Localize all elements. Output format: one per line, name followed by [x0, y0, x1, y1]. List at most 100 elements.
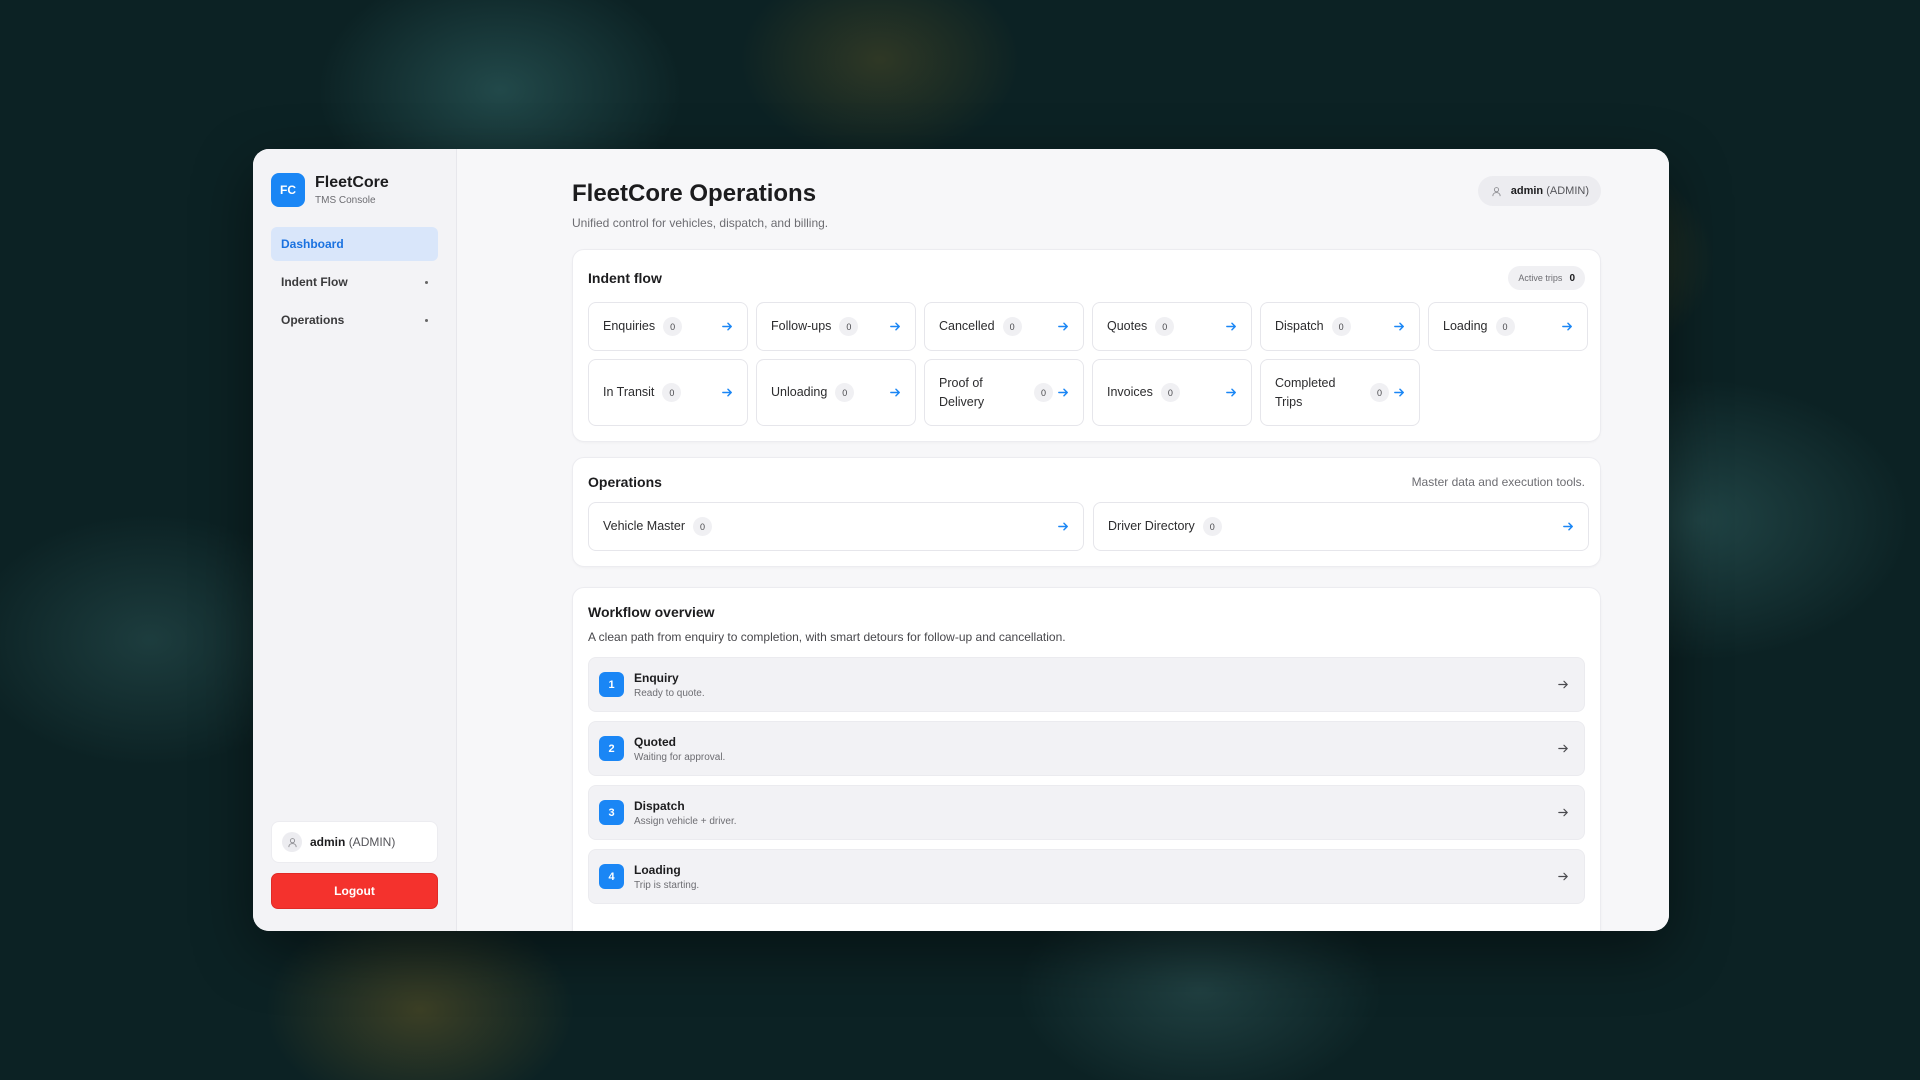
arrow-right-icon [1561, 320, 1574, 333]
sidebar-item-label: Operations [281, 313, 345, 327]
step-number-badge: 1 [599, 672, 624, 697]
tile-label: Cancelled [939, 319, 995, 333]
operations-title: Operations [588, 474, 662, 490]
arrow-right-icon [1557, 678, 1570, 691]
tile-label: Follow-ups [771, 319, 832, 333]
tile-label: Enquiries [603, 319, 656, 333]
workflow-step-quoted[interactable]: 2 Quoted Waiting for approval. [588, 721, 1585, 776]
active-trips-count: 0 [1569, 272, 1575, 284]
step-subtitle: Trip is starting. [634, 879, 700, 891]
workflow-step-dispatch[interactable]: 3 Dispatch Assign vehicle + driver. [588, 785, 1585, 840]
tile-driver-directory[interactable]: Driver Directory 0 [1093, 502, 1589, 551]
tile-loading[interactable]: Loading 0 [1428, 302, 1588, 351]
tile-vehicle-master[interactable]: Vehicle Master 0 [588, 502, 1084, 551]
arrow-right-icon [1225, 320, 1238, 333]
arrow-right-icon [889, 320, 902, 333]
header-user-role: (ADMIN) [1546, 185, 1589, 197]
indent-flow-grid: Enquiries 0 Follow-ups 0 Cancelled 0 Quotes 0 Di… [588, 302, 1588, 426]
header-user-badge[interactable]: admin (ADMIN) [1477, 176, 1601, 206]
sidebar: FC FleetCore TMS Console Dashboard Inden… [253, 149, 457, 931]
tile-label: Completed Trips [1275, 375, 1336, 409]
tile-count-badge: 0 [839, 317, 859, 336]
arrow-right-icon [1393, 320, 1406, 333]
workflow-title: Workflow overview [588, 604, 715, 620]
indent-flow-title: Indent flow [588, 270, 662, 286]
tile-label: Unloading [771, 385, 828, 399]
operations-grid: Vehicle Master 0 Driver Directory 0 [588, 502, 1589, 551]
sidebar-item-operations[interactable]: Operations [271, 303, 438, 337]
arrow-right-icon [717, 386, 734, 399]
tile-follow-ups[interactable]: Follow-ups 0 [756, 302, 916, 351]
tile-label: Dispatch [1275, 319, 1324, 333]
logout-button[interactable]: Logout [271, 873, 438, 909]
user-icon [1490, 184, 1504, 198]
arrow-right-icon [1053, 386, 1070, 399]
operations-card: Operations Master data and execution too… [572, 457, 1601, 567]
active-trips-label: Active trips [1518, 273, 1563, 283]
tile-in-transit[interactable]: In Transit 0 [588, 359, 748, 426]
sidebar-item-indent-flow[interactable]: Indent Flow [271, 265, 438, 299]
tile-proof-of-delivery[interactable]: Proof of Delivery 0 [924, 359, 1084, 426]
user-icon [282, 832, 302, 852]
arrow-right-icon [885, 386, 902, 399]
expand-dot-icon [425, 280, 428, 284]
tile-dispatch[interactable]: Dispatch 0 [1260, 302, 1420, 351]
step-title: Loading [634, 862, 681, 877]
page-title: FleetCore Operations [572, 180, 817, 207]
tile-label: Driver Directory [1108, 519, 1195, 533]
tile-invoices[interactable]: Invoices 0 [1092, 359, 1252, 426]
tile-count-badge: 0 [662, 383, 682, 402]
tile-unloading[interactable]: Unloading 0 [756, 359, 916, 426]
step-title: Quoted [634, 734, 676, 749]
workflow-step-loading[interactable]: 4 Loading Trip is starting. [588, 849, 1585, 904]
arrow-right-icon [1562, 520, 1575, 533]
arrow-right-icon [1221, 386, 1238, 399]
step-title: Enquiry [634, 670, 679, 685]
tile-label: Invoices [1107, 385, 1153, 399]
sidebar-user-card: admin (ADMIN) [271, 821, 438, 863]
indent-flow-card: Indent flow Active trips 0 Enquiries 0 Fol… [572, 249, 1601, 442]
sidebar-item-label: Dashboard [281, 237, 344, 251]
sidebar-user-name: admin [310, 835, 346, 849]
workflow-steps: 1 Enquiry Ready to quote. 2 Quoted Waiting fo… [588, 657, 1585, 904]
sidebar-item-label: Indent Flow [281, 275, 348, 289]
arrow-right-icon [721, 320, 734, 333]
page-subtitle: Unified control for vehicles, dispatch, … [572, 216, 829, 230]
tile-quotes[interactable]: Quotes 0 [1092, 302, 1252, 351]
tile-count-badge: 0 [1155, 317, 1175, 336]
tile-count-badge: 0 [1202, 517, 1222, 536]
tile-count-badge: 0 [663, 317, 683, 336]
arrow-right-icon [1057, 520, 1070, 533]
workflow-card: Workflow overview A clean path from enqu… [572, 587, 1601, 931]
tile-label: In Transit [603, 385, 655, 399]
tile-count-badge: 0 [835, 383, 855, 402]
arrow-right-icon [1557, 806, 1570, 819]
main-content: admin (ADMIN) FleetCore Operations Unifi… [457, 149, 1669, 931]
workflow-step-enquiry[interactable]: 1 Enquiry Ready to quote. [588, 657, 1585, 712]
active-trips-badge: Active trips 0 [1508, 266, 1585, 290]
tile-cancelled[interactable]: Cancelled 0 [924, 302, 1084, 351]
tile-count-badge: 0 [1160, 383, 1180, 402]
app-window: FC FleetCore TMS Console Dashboard Inden… [253, 149, 1669, 931]
step-number-badge: 2 [599, 736, 624, 761]
step-subtitle: Waiting for approval. [634, 751, 726, 763]
brand: FC FleetCore TMS Console [271, 173, 438, 207]
operations-note: Master data and execution tools. [1411, 475, 1585, 489]
step-subtitle: Assign vehicle + driver. [634, 815, 737, 827]
tile-count-badge: 0 [1002, 317, 1022, 336]
tile-count-badge: 0 [692, 517, 712, 536]
arrow-right-icon [1389, 386, 1406, 399]
tile-label: Quotes [1107, 319, 1148, 333]
brand-name: FleetCore [315, 174, 389, 191]
step-subtitle: Ready to quote. [634, 687, 705, 699]
brand-subtitle: TMS Console [315, 195, 376, 206]
tile-completed-trips[interactable]: Completed Trips 0 [1260, 359, 1420, 426]
sidebar-item-dashboard[interactable]: Dashboard [271, 227, 438, 261]
tile-enquiries[interactable]: Enquiries 0 [588, 302, 748, 351]
step-title: Dispatch [634, 798, 685, 813]
tile-count-badge: 0 [1331, 317, 1351, 336]
header-user-name: admin [1510, 185, 1544, 197]
workflow-description: A clean path from enquiry to completion,… [588, 630, 1066, 644]
step-number-badge: 3 [599, 800, 624, 825]
arrow-right-icon [1557, 870, 1570, 883]
